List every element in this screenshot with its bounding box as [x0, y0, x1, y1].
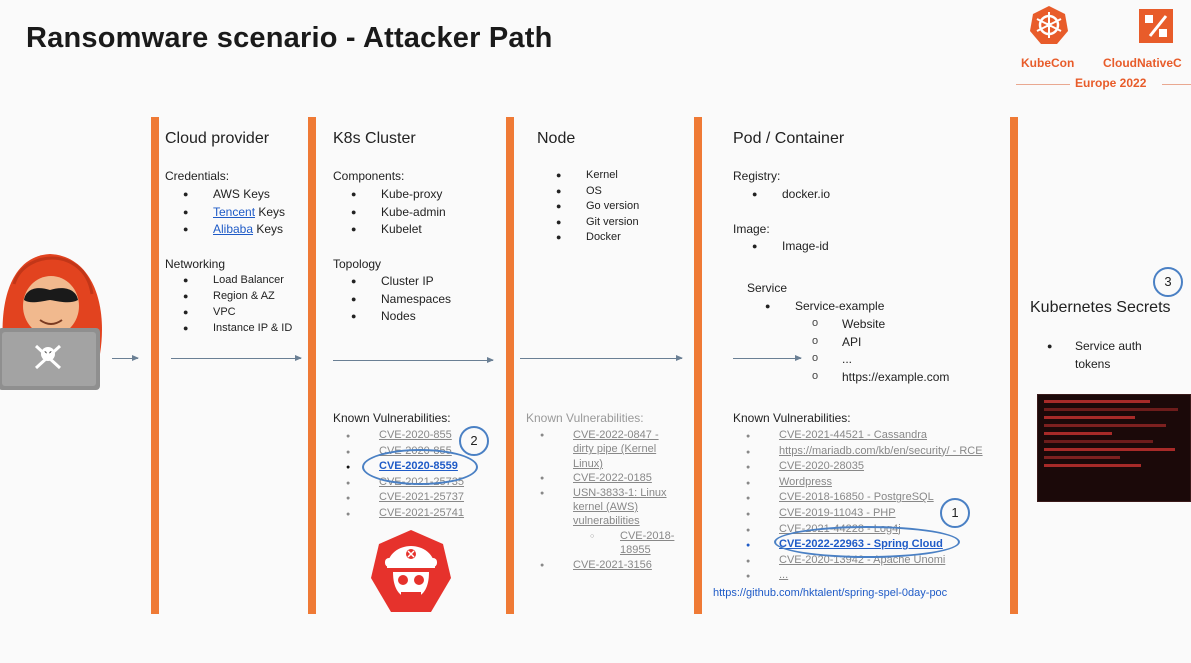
node-vulnerabilities-heading: Known Vulnerabilities:: [526, 411, 644, 425]
k8s-cluster-title: K8s Cluster: [333, 130, 416, 147]
arrow-into-service: [733, 355, 802, 361]
list-item: Kernel: [556, 168, 639, 184]
list-item: API: [812, 333, 949, 352]
poc-link[interactable]: https://github.com/hktalent/spring-spel-…: [713, 587, 947, 599]
list-item: Alibaba Keys: [183, 221, 285, 239]
list-item: Nodes: [351, 308, 451, 326]
vulnerability-link[interactable]: https://mariadb.com/kb/en/security/ - RC…: [746, 444, 983, 460]
list-item: Kube-proxy: [351, 186, 446, 204]
node-vulnerability-list: CVE-2022-0847 -dirty pipe (KernelLinux) …: [540, 428, 674, 574]
arrow-hacker-to-cloud: [112, 355, 139, 361]
pod-vulnerabilities-heading: Known Vulnerabilities:: [733, 411, 851, 425]
registry-list: docker.io: [752, 186, 830, 204]
components-heading: Components:: [333, 169, 405, 183]
components-list: Kube-proxy Kube-admin Kubelet: [351, 186, 446, 239]
vulnerability-link[interactable]: CVE-2022-0847 -dirty pipe (KernelLinux): [540, 428, 674, 471]
tencent-link[interactable]: Tencent: [213, 205, 255, 219]
vulnerability-link[interactable]: USN-3833-1: Linuxkernel (AWS)vulnerabili…: [540, 486, 674, 529]
logo-divider-right: [1162, 84, 1191, 85]
bar-cloud-provider: [151, 117, 159, 614]
list-item: AWS Keys: [183, 186, 285, 204]
list-item: Go version: [556, 199, 639, 215]
list-item: Instance IP & ID: [183, 320, 292, 336]
list-item: Git version: [556, 215, 639, 231]
list-item: Region & AZ: [183, 288, 292, 304]
image-heading: Image:: [733, 222, 770, 236]
alibaba-link[interactable]: Alibaba: [213, 222, 253, 236]
list-item: OS: [556, 184, 639, 200]
list-item: Service-example: [765, 298, 884, 316]
list-item: Namespaces: [351, 291, 451, 309]
list-item: Image-id: [752, 238, 829, 256]
bar-pod-container: [694, 117, 702, 614]
list-item: VPC: [183, 304, 292, 320]
pod-container-title: Pod / Container: [733, 130, 845, 147]
list-item: ...: [812, 350, 949, 369]
cloud-provider-title: Cloud provider: [165, 130, 270, 147]
credentials-list: AWS Keys Tencent Keys Alibaba Keys: [183, 186, 285, 239]
vulnerability-link[interactable]: CVE-2021-25737: [346, 490, 464, 506]
cloudnative-text: CloudNativeC: [1103, 56, 1182, 70]
vulnerability-link[interactable]: CVE-2022-0185: [540, 471, 674, 487]
arrow-cloud-to-k8s: [171, 355, 302, 361]
list-item: Load Balancer: [183, 272, 292, 288]
list-item: Kube-admin: [351, 204, 446, 222]
arrow-node-to-pod: [520, 355, 683, 361]
europe-text: Europe 2022: [1075, 76, 1147, 90]
hacker-illustration: [0, 254, 102, 390]
kubecon-logo-icon: [1030, 6, 1068, 44]
cloudnative-logo-icon: [1139, 9, 1173, 43]
slide-title: Ransomware scenario - Attacker Path: [26, 22, 553, 54]
vulnerability-link[interactable]: CVE-2020-28035: [746, 459, 983, 475]
vulnerability-link[interactable]: CVE-2021-25741: [346, 506, 464, 522]
vulnerability-link[interactable]: CVE-2021-44521 - Cassandra: [746, 428, 983, 444]
networking-heading: Networking: [165, 257, 226, 271]
bar-node: [506, 117, 514, 614]
list-item: Kubelet: [351, 221, 446, 239]
step-marker-2: 2: [459, 426, 489, 456]
step-marker-1: 1: [940, 498, 970, 528]
step-marker-3: 3: [1153, 267, 1183, 297]
arrow-k8s-to-node: [333, 357, 494, 363]
highlight-ellipse-k8s: [362, 449, 478, 485]
service-heading: Service: [747, 281, 788, 295]
credentials-heading: Credentials:: [165, 169, 230, 183]
service-sub-list: Website API ... https://example.com: [812, 315, 949, 387]
vulnerability-link[interactable]: Wordpress: [746, 475, 983, 491]
kube-hunter-skull-icon: [371, 530, 451, 612]
bar-k8s-cluster: [308, 117, 316, 614]
k8s-vulnerabilities-heading: Known Vulnerabilities:: [333, 411, 451, 425]
node-components-list: Kernel OS Go version Git version Docker: [556, 168, 639, 246]
node-title: Node: [537, 130, 576, 147]
vulnerability-link[interactable]: ...: [746, 568, 983, 584]
kubernetes-secrets-title: Kubernetes Secrets: [1030, 299, 1171, 316]
list-item: Tencent Keys: [183, 204, 285, 222]
image-list: Image-id: [752, 238, 829, 256]
ransom-terminal-screenshot: [1037, 394, 1191, 502]
vulnerability-link[interactable]: CVE-2020-855: [346, 428, 464, 444]
service-list: Service-example: [765, 298, 884, 316]
registry-heading: Registry:: [733, 169, 781, 183]
kubecon-text: KubeCon: [1021, 56, 1075, 70]
list-item: https://example.com: [812, 368, 949, 387]
list-item: Cluster IP: [351, 273, 451, 291]
highlight-ellipse-pod: [774, 526, 960, 558]
list-item: Service authtokens: [1047, 338, 1142, 373]
bar-kubernetes-secrets: [1010, 117, 1018, 614]
list-item: Docker: [556, 230, 639, 246]
networking-list: Load Balancer Region & AZ VPC Instance I…: [183, 272, 292, 336]
vulnerability-link[interactable]: CVE-2021-3156: [540, 558, 674, 574]
vulnerability-link[interactable]: CVE-2018-18955: [540, 529, 674, 558]
topology-heading: Topology: [333, 257, 382, 271]
list-item: docker.io: [752, 186, 830, 204]
topology-list: Cluster IP Namespaces Nodes: [351, 273, 451, 326]
list-item: Website: [812, 315, 949, 334]
logo-divider-left: [1016, 84, 1070, 85]
secrets-list: Service authtokens: [1047, 338, 1142, 373]
